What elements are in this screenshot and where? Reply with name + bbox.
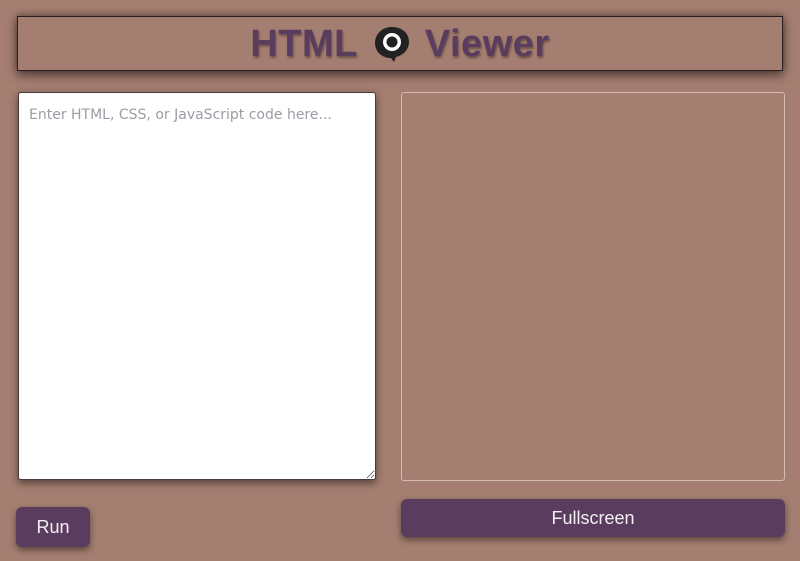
run-button[interactable]: Run xyxy=(16,507,90,547)
app-header: HTML Viewer xyxy=(17,16,783,71)
fullscreen-button[interactable]: Fullscreen xyxy=(401,499,785,537)
app-title-html: HTML xyxy=(250,22,358,65)
code-editor-textarea[interactable] xyxy=(18,92,376,480)
speech-bubble-eye-icon xyxy=(372,24,412,64)
preview-frame[interactable] xyxy=(401,92,785,481)
app-title-viewer: Viewer xyxy=(424,22,550,65)
